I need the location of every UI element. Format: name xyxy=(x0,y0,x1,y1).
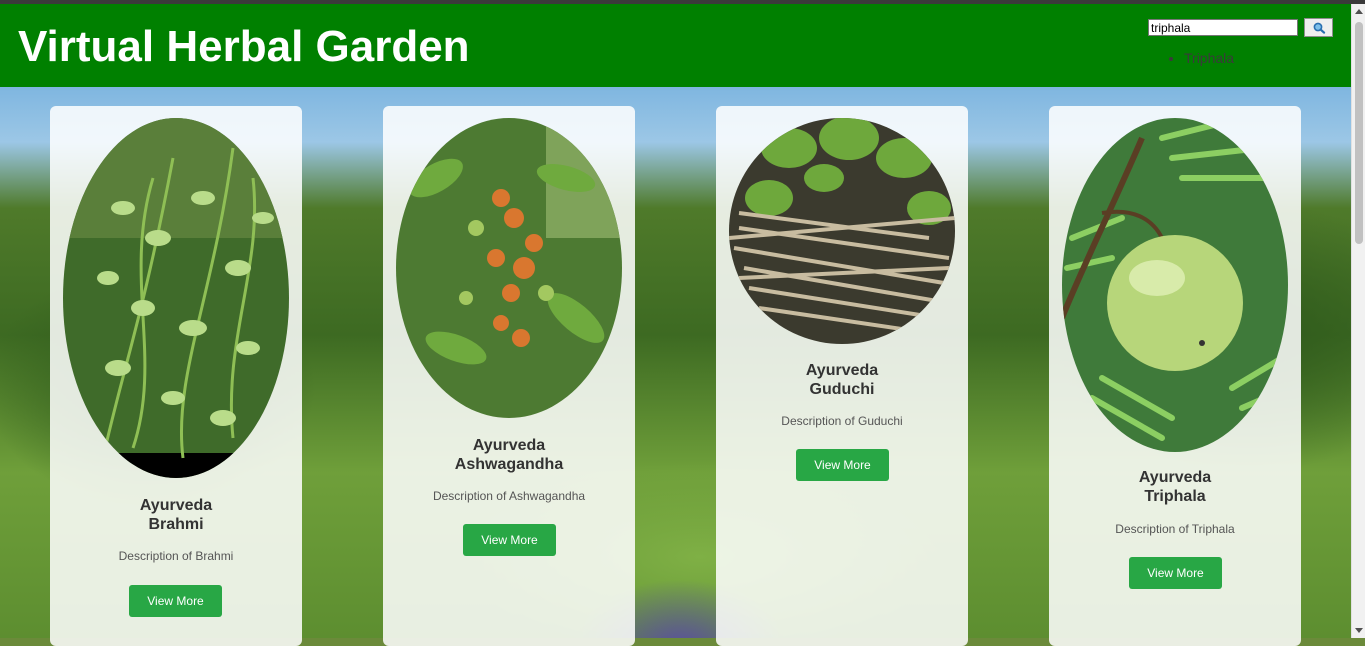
scroll-up-arrow-icon[interactable] xyxy=(1355,9,1363,14)
card-description: Description of Brahmi xyxy=(118,549,234,563)
site-header: Virtual Herbal Garden Triphala xyxy=(0,4,1351,87)
magnifier-icon xyxy=(1313,22,1325,34)
ashwagandha-plant-image xyxy=(396,118,622,418)
view-more-button[interactable]: View More xyxy=(129,585,222,617)
view-more-button[interactable]: View More xyxy=(1129,557,1222,589)
guduchi-plant-image xyxy=(729,118,955,344)
card-title: Ayurveda Brahmi xyxy=(139,497,213,533)
search-result-item[interactable]: Triphala xyxy=(1184,48,1234,68)
page-scrollbar[interactable] xyxy=(1351,4,1365,638)
search-input[interactable] xyxy=(1148,19,1298,36)
brahmi-plant-image xyxy=(63,118,289,478)
plant-card-ashwagandha: Ayurveda Ashwagandha Description of Ashwa… xyxy=(383,106,635,646)
card-description: Description of Triphala xyxy=(1115,522,1235,536)
plant-card-triphala: Ayurveda Triphala Description of Triphala… xyxy=(1049,106,1301,646)
search-results-list: Triphala xyxy=(1168,48,1234,68)
card-title: Ayurveda Triphala xyxy=(1138,469,1212,505)
card-title: Ayurveda Guduchi xyxy=(805,362,879,398)
plant-card-guduchi: Ayurveda Guduchi Description of Guduchi V… xyxy=(716,106,968,646)
card-description: Description of Ashwagandha xyxy=(432,489,586,503)
page-title: Virtual Herbal Garden xyxy=(18,22,470,71)
plant-card-brahmi: Ayurveda Brahmi Description of Brahmi Vie… xyxy=(50,106,302,646)
view-more-button[interactable]: View More xyxy=(796,449,889,481)
scroll-down-arrow-icon[interactable] xyxy=(1355,628,1363,633)
view-more-button[interactable]: View More xyxy=(463,524,556,556)
card-description: Description of Guduchi xyxy=(781,414,903,428)
search-button[interactable] xyxy=(1304,18,1333,37)
card-title: Ayurveda Ashwagandha xyxy=(454,437,564,473)
amla-fruit-image xyxy=(1062,118,1288,452)
scrollbar-thumb[interactable] xyxy=(1355,22,1363,244)
